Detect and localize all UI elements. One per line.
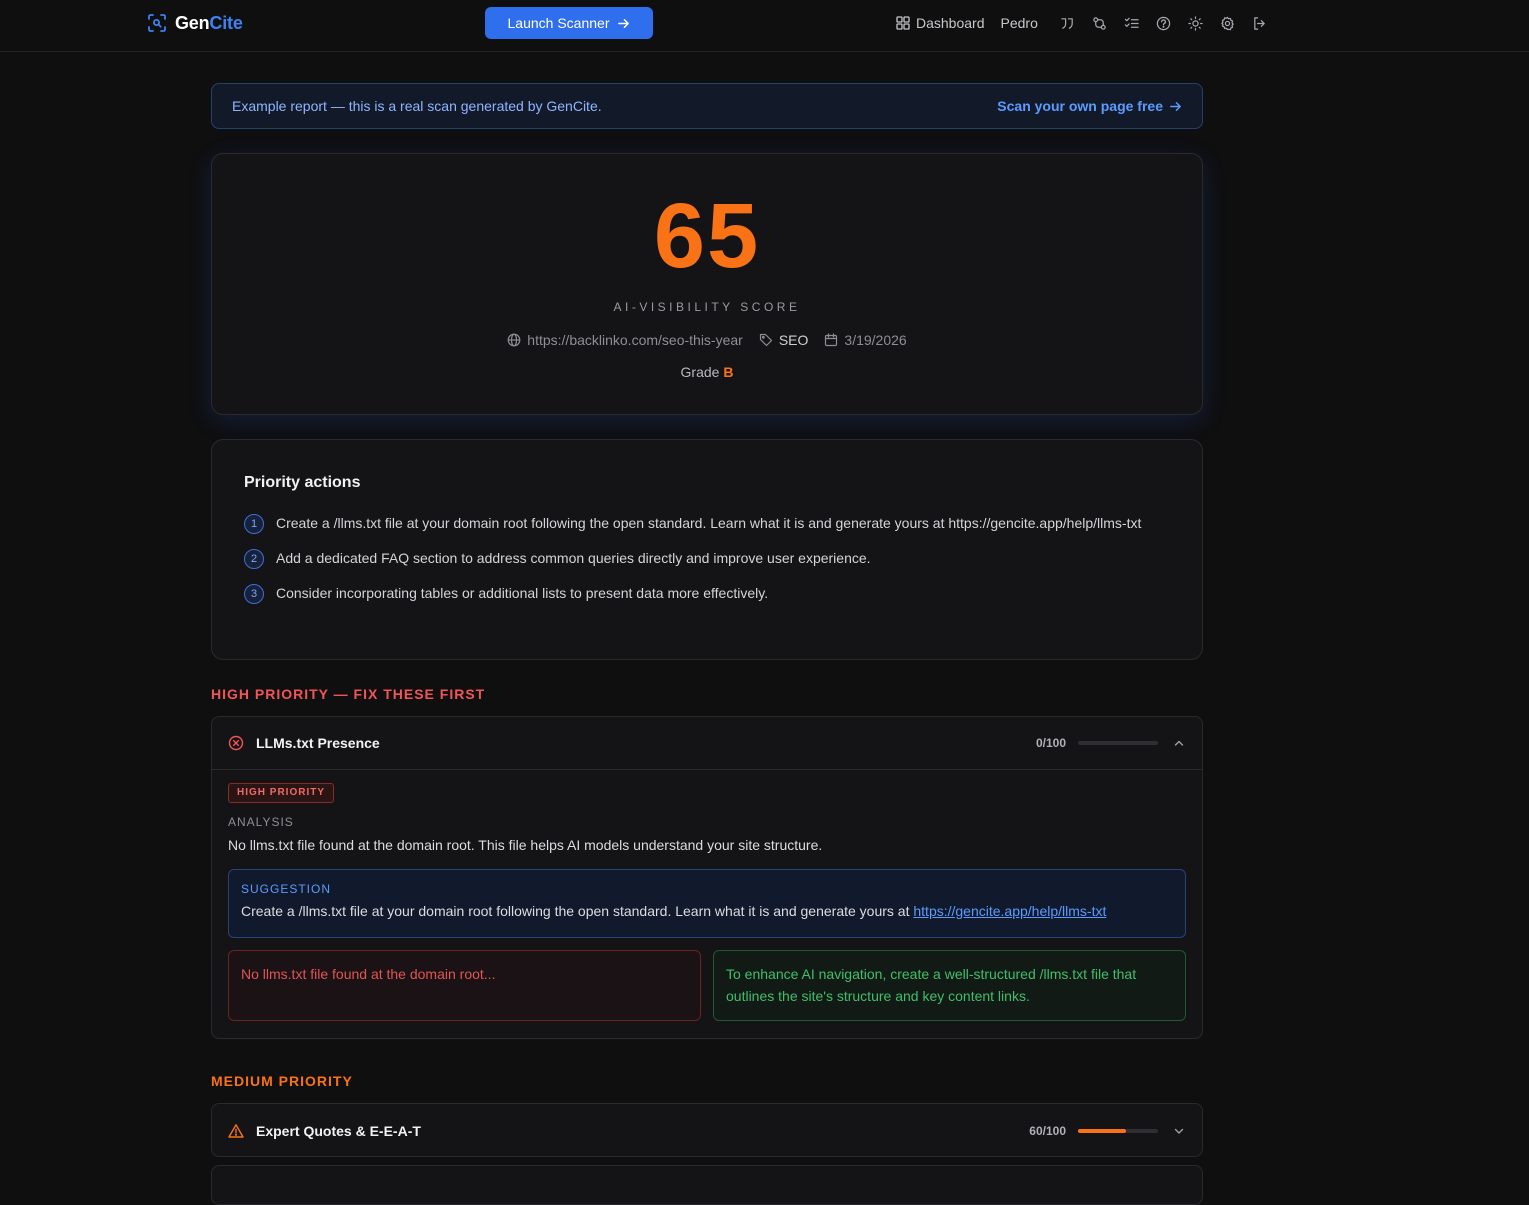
- example-report-banner: Example report — this is a real scan gen…: [211, 83, 1203, 129]
- before-after-compare: No llms.txt file found at the domain roo…: [228, 950, 1186, 1021]
- log-out-icon: [1254, 16, 1266, 30]
- scan-search-icon: [148, 14, 166, 32]
- git-compare-icon: [1093, 16, 1107, 30]
- alert-triangle-icon: [228, 1123, 244, 1138]
- scan-own-page-link[interactable]: Scan your own page free: [997, 98, 1182, 114]
- score-value: 65: [653, 185, 761, 287]
- scan-date: 3/19/2026: [824, 332, 907, 348]
- check-score: 0/100: [1035, 736, 1066, 750]
- medium-priority-heading: MEDIUM PRIORITY: [211, 1073, 353, 1089]
- settings-icon: [1221, 16, 1235, 30]
- check-expert-quotes[interactable]: Expert Quotes & E-E-A-T 60/100: [211, 1103, 1203, 1157]
- launch-scanner-button[interactable]: Launch Scanner: [485, 7, 653, 39]
- suggestion-body: Create a /llms.txt file at your domain r…: [241, 903, 914, 919]
- calendar-icon: [825, 333, 838, 347]
- scan-url: https://backlinko.com/seo-this-year: [507, 332, 743, 348]
- brand-name-part1: Gen: [175, 12, 210, 33]
- arrow-right-icon: [618, 18, 630, 28]
- layout-grid-icon: [896, 16, 910, 30]
- suggestion-box: SUGGESTION Create a /llms.txt file at yo…: [228, 869, 1186, 938]
- chevron-down-icon[interactable]: [1172, 1124, 1186, 1138]
- checklist-button[interactable]: [1116, 11, 1148, 35]
- check-score-bar: [1078, 1128, 1158, 1133]
- after-example: To enhance AI navigation, create a well-…: [713, 950, 1186, 1021]
- priority-actions-card: Priority actions 1 Create a /llms.txt fi…: [211, 439, 1203, 660]
- settings-button[interactable]: [1212, 11, 1244, 35]
- quotes-button[interactable]: [1052, 11, 1084, 35]
- before-example: No llms.txt file found at the domain roo…: [228, 950, 701, 1021]
- brand-name-part2: Cite: [209, 12, 243, 33]
- check-details: HIGH PRIORITY ANALYSIS No llms.txt file …: [212, 770, 1202, 1021]
- grade-label: Grade: [680, 364, 720, 380]
- check-score-fill: [1078, 1128, 1126, 1133]
- priority-badge: HIGH PRIORITY: [228, 783, 335, 803]
- theme-toggle-button[interactable]: [1180, 11, 1212, 35]
- scan-tag: SEO: [759, 332, 809, 348]
- analysis-text: No llms.txt file found at the domain roo…: [228, 837, 823, 853]
- banner-message: Example report — this is a real scan gen…: [232, 98, 602, 114]
- analysis-label: ANALYSIS: [228, 815, 294, 829]
- chevron-up-icon[interactable]: [1172, 736, 1186, 750]
- scan-url-text: https://backlinko.com/seo-this-year: [527, 332, 743, 348]
- help-circle-icon: [1157, 16, 1171, 30]
- arrow-right-icon: [1170, 101, 1181, 111]
- logout-button[interactable]: [1244, 11, 1276, 35]
- tag-icon: [759, 333, 772, 347]
- action-number: 2: [244, 549, 264, 569]
- action-text: Consider incorporating tables or additio…: [276, 585, 769, 601]
- check-header[interactable]: LLMs.txt Presence 0/100: [212, 717, 1202, 770]
- dashboard-link[interactable]: Dashboard: [896, 15, 985, 31]
- llms-help-link[interactable]: https://gencite.app/help/llms-txt: [913, 903, 1106, 919]
- list-item: 1 Create a /llms.txt file at your domain…: [244, 512, 1170, 535]
- list-item: 2 Add a dedicated FAQ section to address…: [244, 547, 1170, 570]
- user-name[interactable]: Pedro: [1001, 15, 1038, 31]
- check-score-bar: [1078, 741, 1158, 745]
- grade-value: B: [723, 364, 734, 380]
- action-number: 1: [244, 514, 264, 534]
- scan-own-page-label: Scan your own page free: [997, 98, 1163, 114]
- high-priority-heading: HIGH PRIORITY — FIX THESE FIRST: [211, 686, 486, 702]
- action-text: Add a dedicated FAQ section to address c…: [276, 550, 871, 566]
- suggestion-label: SUGGESTION: [241, 882, 332, 896]
- help-button[interactable]: [1148, 11, 1180, 35]
- top-navigation: GenCite Launch Scanner Dashboard Pedro: [0, 0, 1529, 52]
- score-label: AI-VISIBILITY SCORE: [613, 300, 801, 314]
- score-card: 65 AI-VISIBILITY SCORE https://backlinko…: [211, 153, 1203, 415]
- dashboard-label: Dashboard: [916, 15, 985, 31]
- action-number: 3: [244, 584, 264, 604]
- priority-actions-title: Priority actions: [244, 474, 361, 491]
- scan-date-text: 3/19/2026: [844, 332, 907, 348]
- brand-logo[interactable]: GenCite: [147, 12, 243, 34]
- check-title: Expert Quotes & E-E-A-T: [256, 1122, 421, 1139]
- grade: Grade B: [212, 364, 1202, 380]
- list-checks-icon: [1125, 17, 1140, 28]
- list-item: 3 Consider incorporating tables or addit…: [244, 582, 1170, 605]
- compare-button[interactable]: [1084, 11, 1116, 35]
- quote-icon: [1061, 17, 1074, 29]
- launch-scanner-label: Launch Scanner: [507, 15, 610, 31]
- globe-icon: [507, 333, 521, 347]
- check-next-item[interactable]: [211, 1165, 1203, 1205]
- check-header[interactable]: Expert Quotes & E-E-A-T 60/100: [212, 1104, 1202, 1157]
- nav-actions: Dashboard Pedro: [896, 11, 1276, 35]
- action-text: Create a /llms.txt file at your domain r…: [276, 515, 1142, 531]
- scan-tag-text: SEO: [778, 332, 809, 348]
- sun-icon: [1188, 15, 1204, 31]
- x-circle-icon: [228, 735, 244, 751]
- check-title: LLMs.txt Presence: [256, 735, 380, 751]
- suggestion-text: Create a /llms.txt file at your domain r…: [241, 903, 1173, 919]
- check-score: 60/100: [1029, 1123, 1066, 1138]
- scan-meta: https://backlinko.com/seo-this-year SEO …: [212, 332, 1202, 348]
- check-llms-txt: LLMs.txt Presence 0/100 HIGH PRIORITY AN…: [211, 716, 1203, 1039]
